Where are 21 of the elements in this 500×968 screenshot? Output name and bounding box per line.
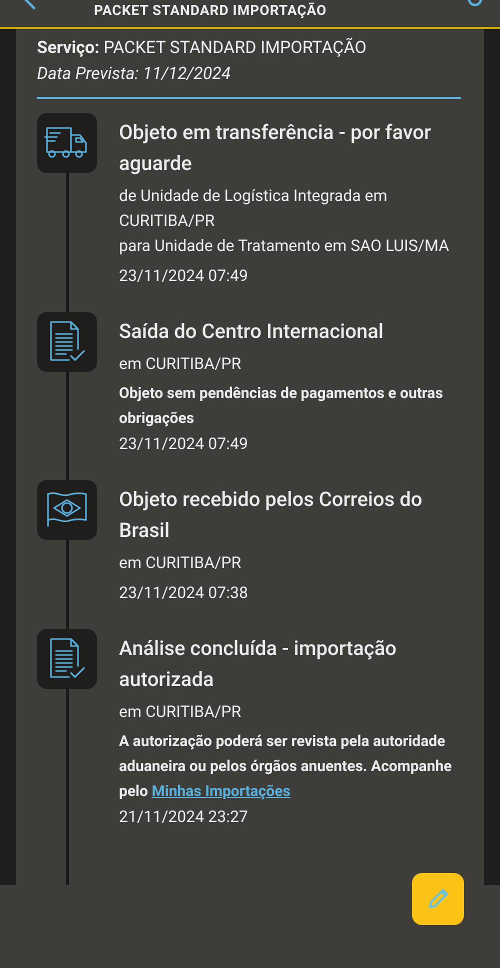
event-title: Objeto recebido pelos Correios do Brasil [119, 486, 424, 544]
event-date: 23/11/2024 07:49 [119, 433, 249, 455]
document-check-icon [47, 637, 87, 681]
event-location: em CURITIBA/PR [119, 552, 242, 574]
event-note: Objeto sem pendências de pagamentos e outras obrigações [119, 383, 444, 429]
due-date: Data Prevista: 11/12/2024 [37, 63, 232, 86]
screen-title: PACKET STANDARD IMPORTAÇÃO [94, 1, 327, 21]
event-title: Análise concluída - importação autorizada [119, 635, 398, 693]
event-note: A autorização poderá ser revista pela autoridade aduaneira ou pelos órgãos anuentes. Acompanhe pelo Minhas Importações [119, 731, 453, 802]
service-text: Serviço: PACKET STANDARD IMPORTAÇÃO [37, 36, 368, 60]
importacoes-link[interactable]: Minhas Importações [152, 782, 290, 800]
event-location: para Unidade de Tratamento em SAO LUIS/MA [119, 235, 450, 257]
event-date: 21/11/2024 23:27 [119, 806, 249, 828]
event-title: Saída do Centro Internacional [119, 318, 384, 345]
document-check-icon [47, 320, 87, 364]
event-date: 23/11/2024 07:49 [119, 265, 249, 287]
event-date: 23/11/2024 07:38 [119, 582, 249, 604]
event-location: em CURITIBA/PR [119, 353, 242, 375]
edit-button[interactable] [412, 873, 464, 925]
event-title: Objeto em transferência - por favor aguarde [119, 119, 432, 177]
event-location: em CURITIBA/PR [119, 701, 242, 723]
